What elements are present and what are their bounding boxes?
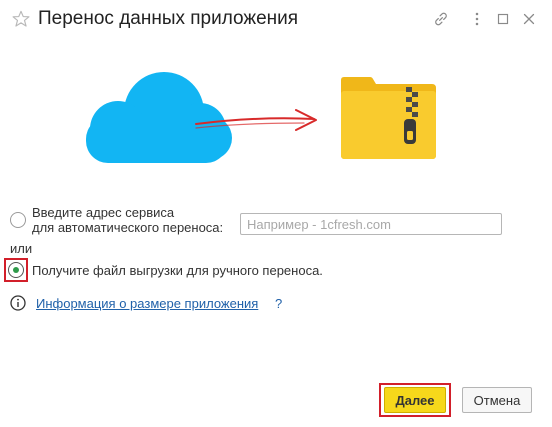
zip-folder-icon	[341, 77, 436, 159]
transfer-illustration	[86, 72, 436, 163]
service-radio[interactable]	[10, 212, 26, 228]
link-icon[interactable]	[432, 10, 450, 28]
service-label-line1: Введите адрес сервиса	[32, 205, 175, 220]
app-size-info-link[interactable]: Информация о размере приложения	[36, 296, 258, 311]
help-button[interactable]: ?	[275, 296, 282, 311]
close-icon[interactable]	[520, 10, 538, 28]
cancel-button[interactable]: Отмена	[462, 387, 532, 413]
service-address-input[interactable]	[240, 213, 502, 235]
file-option-label: Получите файл выгрузки для ручного перен…	[32, 263, 323, 278]
window-title: Перенос данных приложения	[38, 8, 299, 29]
file-radio[interactable]	[8, 262, 24, 278]
info-icon	[10, 295, 26, 311]
cloud-icon	[86, 72, 232, 163]
or-label: или	[10, 241, 33, 256]
next-button[interactable]: Далее	[384, 387, 446, 413]
favorite-star-icon[interactable]	[12, 10, 30, 28]
maximize-icon[interactable]	[494, 10, 512, 28]
more-icon[interactable]	[468, 10, 486, 28]
service-label-line2: для автоматического переноса:	[32, 220, 224, 235]
